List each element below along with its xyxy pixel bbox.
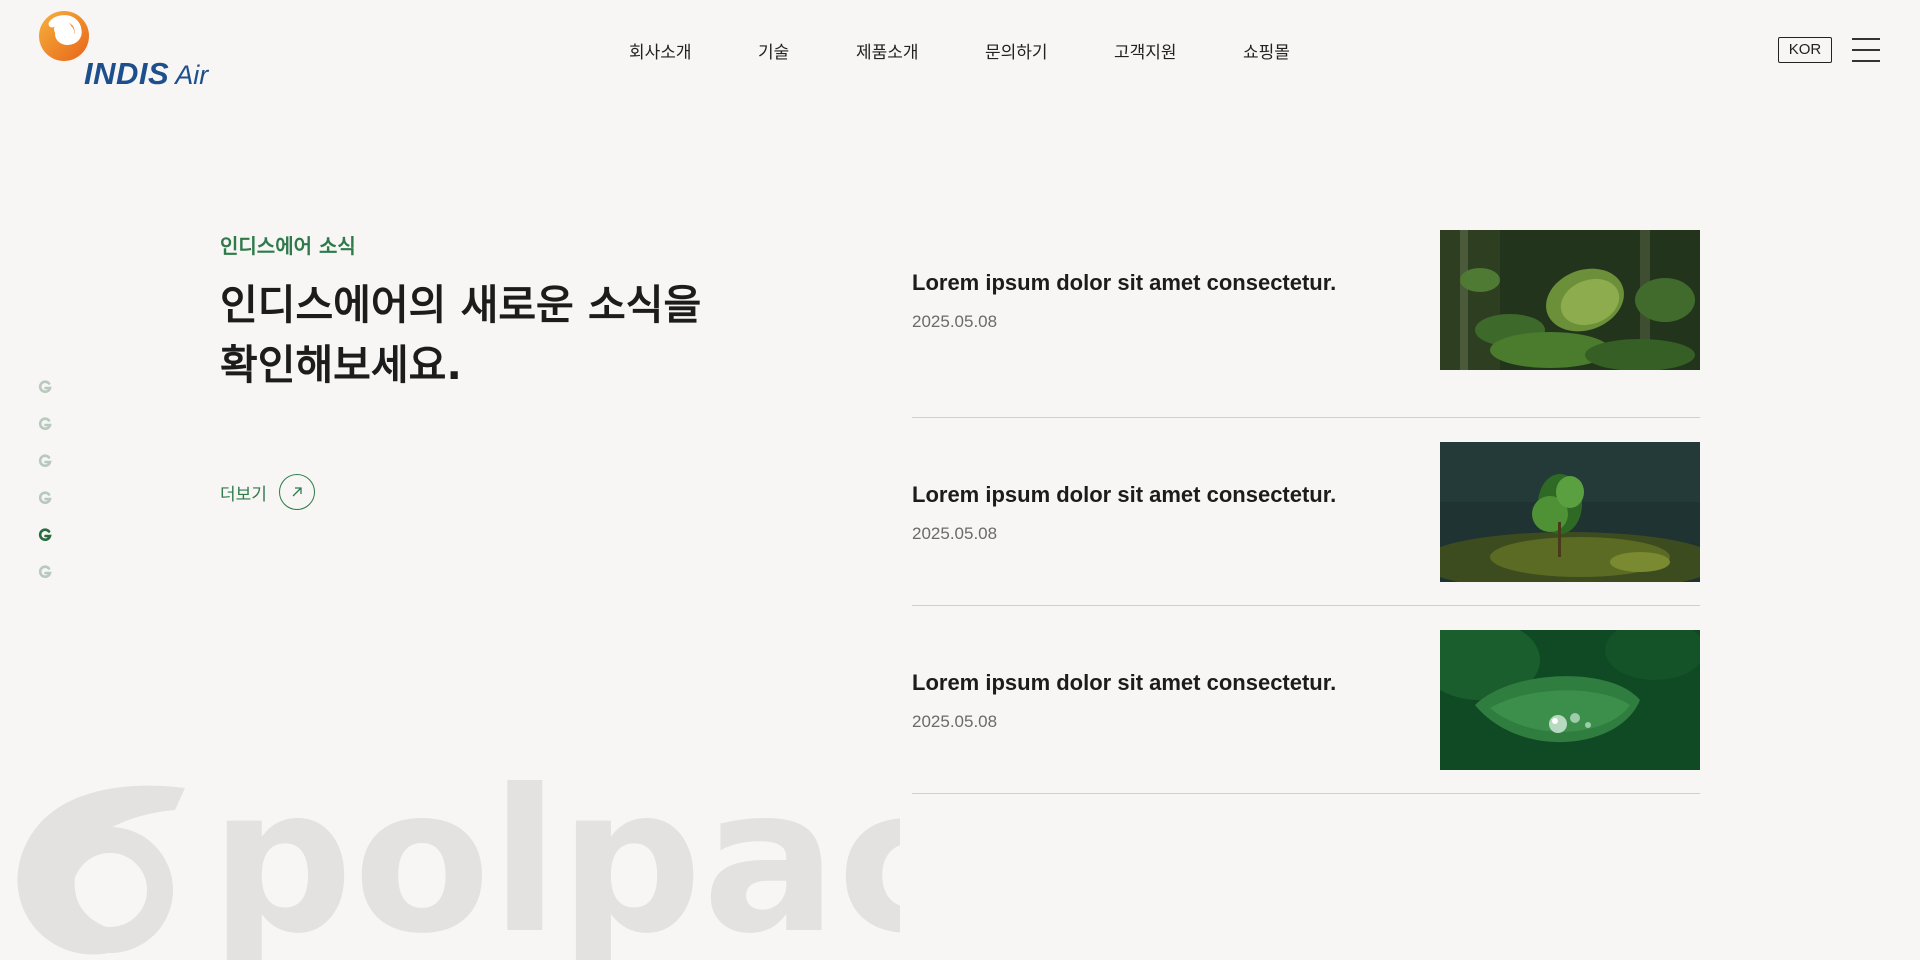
water-drop-leaf-photo: [1440, 630, 1700, 770]
sapling-on-moss-photo: [1440, 442, 1700, 582]
news-item[interactable]: Lorem ipsum dolor sit amet consectetur. …: [912, 418, 1700, 606]
nav-item-products[interactable]: 제품소개: [856, 38, 919, 63]
g-mark-icon[interactable]: [38, 528, 52, 542]
nav-item-company[interactable]: 회사소개: [629, 38, 692, 63]
news-date: 2025.05.08: [912, 524, 998, 543]
headline-pre: 인디스에어의: [220, 281, 461, 329]
jungle-leaves-photo: [1440, 230, 1700, 370]
nav-item-technology[interactable]: 기술: [758, 38, 789, 63]
section-headline: 인디스에어의 새로운 소식을 확인해보세요.: [220, 275, 701, 395]
hamburger-icon[interactable]: [1852, 37, 1880, 63]
headline-post: 을: [663, 281, 702, 329]
language-button[interactable]: KOR: [1778, 37, 1832, 63]
nav-item-contact[interactable]: 문의하기: [985, 38, 1048, 63]
g-mark-icon[interactable]: [38, 380, 52, 394]
news-thumbnail[interactable]: [1440, 630, 1700, 770]
news-item[interactable]: Lorem ipsum dolor sit amet consectetur. …: [912, 230, 1700, 418]
g-mark-icon[interactable]: [38, 491, 52, 505]
headline-bold: 새로운 소식: [460, 281, 664, 329]
news-title[interactable]: Lorem ipsum dolor sit amet consectetur.: [912, 482, 1336, 508]
g-mark-icon[interactable]: [38, 565, 52, 579]
news-thumbnail[interactable]: [1440, 442, 1700, 582]
arrow-up-right-icon: [278, 474, 315, 510]
more-label: 더보기: [220, 484, 267, 505]
news-item[interactable]: Lorem ipsum dolor sit amet consectetur. …: [912, 606, 1700, 794]
g-mark-icon[interactable]: [38, 454, 52, 468]
section-kicker: 인디스에어 소식: [220, 234, 356, 258]
main-nav: 회사소개 기술 제품소개 문의하기 고객지원 쇼핑몰: [0, 38, 1920, 63]
news-date: 2025.05.08: [912, 312, 998, 331]
news-list: Lorem ipsum dolor sit amet consectetur. …: [912, 230, 1700, 794]
nav-item-shop[interactable]: 쇼핑몰: [1243, 38, 1290, 63]
watermark-logo: polpack: [17, 780, 900, 960]
news-title[interactable]: Lorem ipsum dolor sit amet consectetur.: [912, 270, 1336, 296]
news-thumbnail[interactable]: [1440, 230, 1700, 370]
nav-item-support[interactable]: 고객지원: [1114, 38, 1177, 63]
watermark-text: polpack: [210, 780, 900, 960]
side-pagination: [38, 380, 54, 580]
g-mark-icon[interactable]: [38, 417, 52, 431]
headline-line2: 확인해보세요.: [220, 341, 462, 389]
logo-brand-suffix: Air: [175, 60, 209, 90]
news-title[interactable]: Lorem ipsum dolor sit amet consectetur.: [912, 670, 1336, 696]
news-date: 2025.05.08: [912, 712, 998, 731]
more-button[interactable]: 더보기: [220, 474, 315, 510]
